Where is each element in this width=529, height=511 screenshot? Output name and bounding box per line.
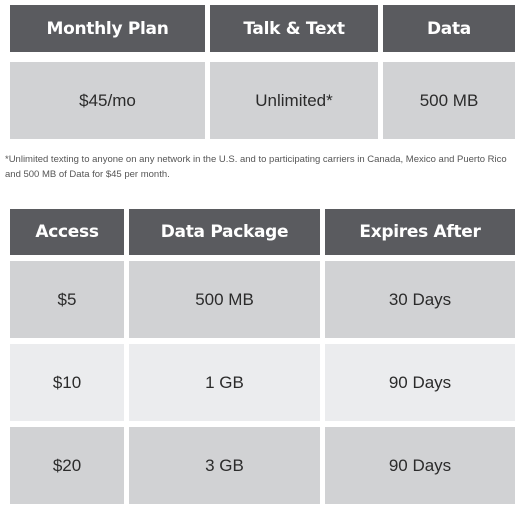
table-row: $10 1 GB 90 Days xyxy=(10,344,515,421)
header-expires-after: Expires After xyxy=(325,209,515,255)
header-monthly-plan: Monthly Plan xyxy=(10,5,205,52)
header-access: Access xyxy=(10,209,124,255)
data-package-table: Access Data Package Expires After $5 500… xyxy=(10,209,515,504)
cell-talk-text: Unlimited* xyxy=(210,62,378,139)
cell-access: $10 xyxy=(10,344,124,421)
cell-expires-after: 90 Days xyxy=(325,427,515,504)
cell-data-package: 1 GB xyxy=(129,344,320,421)
cell-access: $5 xyxy=(10,261,124,338)
cell-expires-after: 90 Days xyxy=(325,344,515,421)
table-header-row: Access Data Package Expires After xyxy=(10,209,515,255)
header-data: Data xyxy=(383,5,515,52)
table-header-row: Monthly Plan Talk & Text Data xyxy=(10,5,515,52)
cell-data: 500 MB xyxy=(383,62,515,139)
header-data-package: Data Package xyxy=(129,209,320,255)
monthly-plan-table: Monthly Plan Talk & Text Data $45/mo Unl… xyxy=(10,5,515,139)
cell-data-package: 3 GB xyxy=(129,427,320,504)
cell-price: $45/mo xyxy=(10,62,205,139)
table-row: $45/mo Unlimited* 500 MB xyxy=(10,57,515,139)
cell-data-package: 500 MB xyxy=(129,261,320,338)
cell-expires-after: 30 Days xyxy=(325,261,515,338)
table-row: $5 500 MB 30 Days xyxy=(10,261,515,338)
footnote: *Unlimited texting to anyone on any netw… xyxy=(5,154,507,180)
table-row: $20 3 GB 90 Days xyxy=(10,427,515,504)
cell-access: $20 xyxy=(10,427,124,504)
header-talk-text: Talk & Text xyxy=(210,5,378,52)
